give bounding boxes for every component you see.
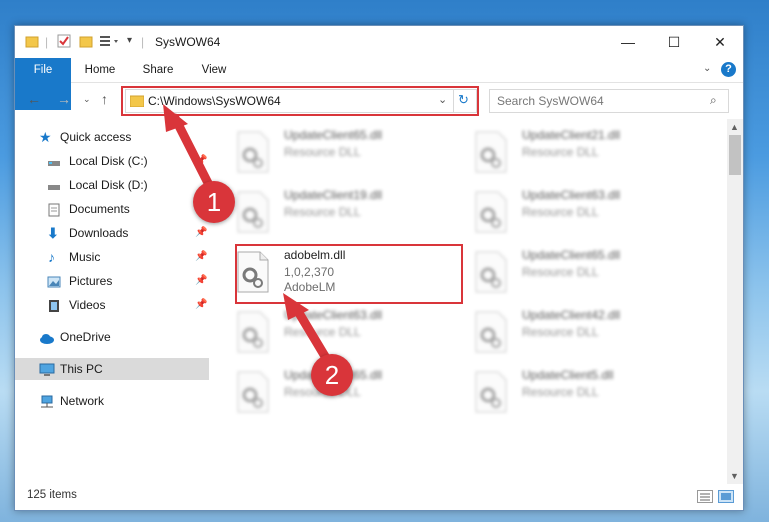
annotation-arrows: [163, 104, 331, 363]
callout-badge-2: 2: [311, 354, 353, 396]
callout-badge-1: 1: [193, 181, 235, 223]
arrow-two: [291, 303, 331, 363]
arrow-one: [170, 113, 213, 188]
